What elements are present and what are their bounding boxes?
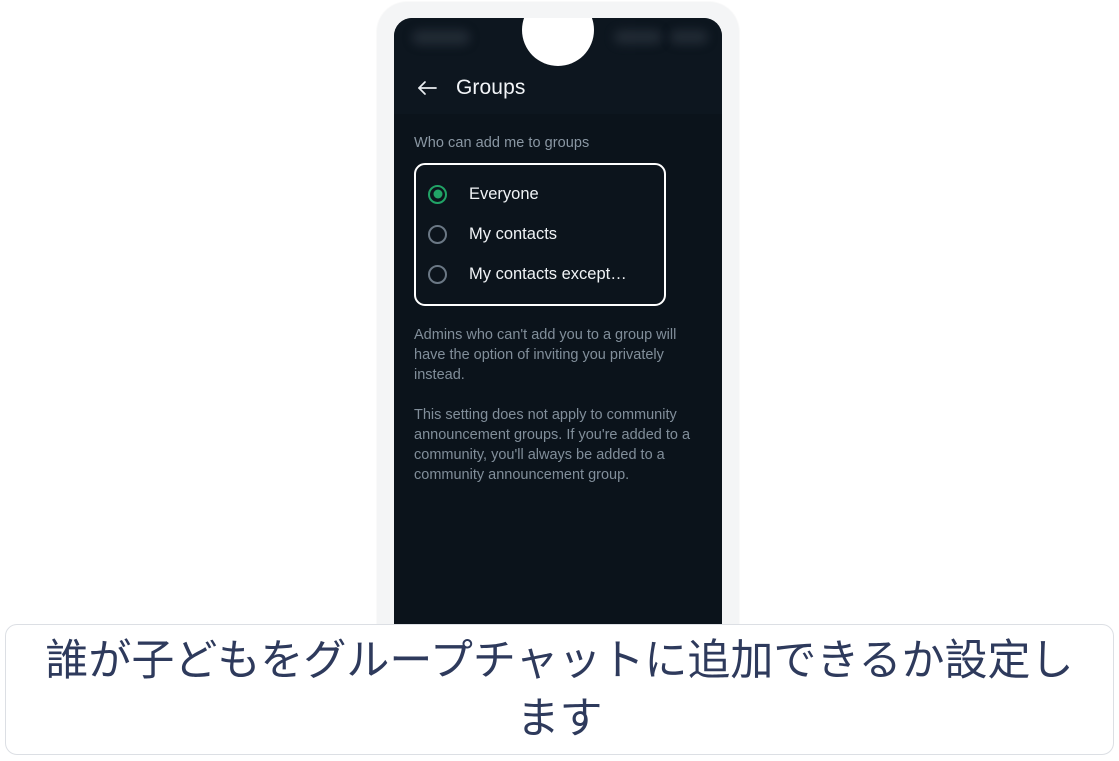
section-label: Who can add me to groups [414, 135, 590, 151]
caption-box: 誰が子どもをグループチャットに追加できるか設定します [5, 624, 1114, 755]
radio-option-my-contacts-except[interactable]: My contacts except… [416, 254, 664, 294]
description-paragraph-1: Admins who can't add you to a group will… [414, 327, 677, 383]
phone-screen: Groups Who can add me to groups Everyone… [394, 18, 722, 642]
radio-unselected-icon [428, 264, 447, 284]
radio-selected-icon [428, 184, 447, 204]
description-paragraph-2: This setting does not apply to community… [414, 407, 691, 483]
radio-option-label: My contacts [469, 224, 558, 243]
back-arrow-icon[interactable] [414, 75, 440, 101]
radio-option-everyone[interactable]: Everyone [416, 174, 664, 214]
status-bar-right-indicator-1 [614, 30, 662, 44]
page-title: Groups [456, 76, 526, 99]
caption-text: 誰が子どもをグループチャットに追加できるか設定します [45, 635, 1074, 744]
phone-mockup: Groups Who can add me to groups Everyone… [377, 2, 739, 642]
settings-content: Who can add me to groups Everyone My con… [394, 114, 722, 642]
radio-unselected-icon [428, 224, 447, 244]
radio-option-my-contacts[interactable]: My contacts [416, 214, 664, 254]
radio-option-label: Everyone [469, 184, 539, 203]
radio-group-who-can-add-me: Everyone My contacts My contacts except… [414, 163, 666, 306]
status-bar-left-indicator [412, 30, 470, 45]
status-bar-right-indicator-2 [670, 30, 708, 44]
radio-option-label: My contacts except… [469, 264, 627, 283]
app-bar: Groups [394, 62, 722, 114]
